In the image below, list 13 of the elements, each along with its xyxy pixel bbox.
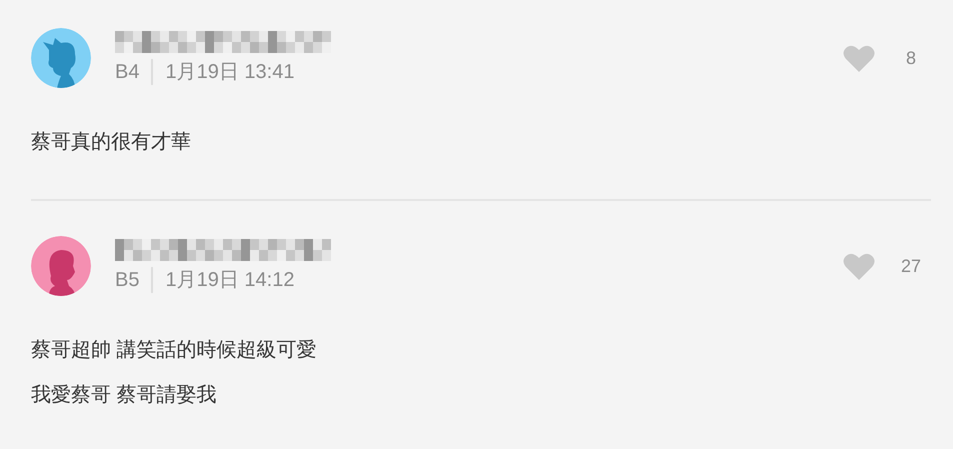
like-count: 27 [900, 254, 922, 278]
comment-text: 蔡哥超帥 講笑話的時候超級可愛 [31, 338, 318, 363]
avatar-icon [31, 236, 91, 296]
like-count: 8 [904, 46, 917, 70]
floor-number: B4 [115, 60, 140, 84]
heart-icon[interactable] [843, 252, 875, 280]
comment-text: 蔡哥真的很有才華 [31, 130, 192, 155]
comment-text: 我愛蔡哥 蔡哥請娶我 [31, 383, 218, 408]
avatar-icon [31, 28, 91, 88]
comment-time: 1月19日 13:41 [165, 60, 294, 84]
floor-number: B5 [115, 268, 140, 292]
comment-time: 1月19日 14:12 [165, 268, 294, 292]
heart-icon[interactable] [843, 44, 875, 72]
